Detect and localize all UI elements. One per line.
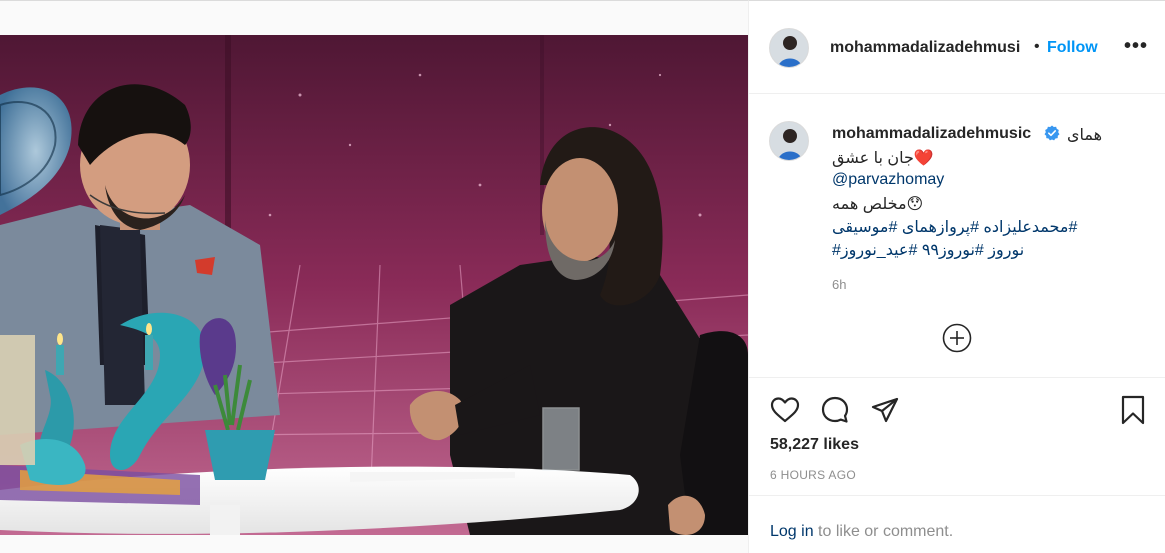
verified-badge-icon: [1044, 125, 1060, 141]
post-actions: 58,227 likes 6 HOURS AGO: [749, 377, 1165, 495]
comment-icon[interactable]: [819, 394, 851, 426]
post-photo[interactable]: [0, 35, 748, 535]
avatar[interactable]: [769, 28, 809, 68]
caption-line: جان با عشق❤️: [832, 150, 934, 167]
photo-illustration: [0, 35, 748, 535]
post-header: mohammadalizadehmusi • Follow •••: [749, 1, 1165, 94]
more-options-icon[interactable]: •••: [1124, 35, 1148, 58]
paper-plane-icon[interactable]: [869, 394, 901, 426]
avatar-image: [770, 122, 808, 160]
login-link[interactable]: Log in: [770, 523, 814, 540]
caption-line: مخلص همه😯: [832, 196, 924, 213]
login-prompt-text: to like or comment.: [813, 523, 954, 540]
separator-dot: •: [1034, 38, 1040, 55]
caption-area: mohammadalizadehmusic همای جان با عشق❤️ …: [749, 95, 1165, 377]
caption-time[interactable]: 6h: [832, 277, 846, 292]
login-prompt: Log in to like or comment.: [749, 495, 1165, 553]
login-line: Log in to like or comment.: [770, 523, 953, 541]
post-side-panel: mohammadalizadehmusi • Follow ••• mohamm…: [748, 0, 1165, 553]
hashtag-links[interactable]: محمدعلیزاده #پروازهمای #موسیقی#: [832, 217, 1077, 237]
heart-icon[interactable]: [769, 394, 801, 426]
follow-button[interactable]: Follow: [1047, 39, 1098, 57]
hashtag-links[interactable]: #نوروز #نوروز۹۹ #عید_نوروز: [832, 240, 1024, 260]
post-timestamp[interactable]: 6 HOURS AGO: [770, 468, 856, 482]
plus-circle-icon[interactable]: [942, 323, 972, 353]
bookmark-icon[interactable]: [1117, 394, 1149, 426]
post-media-area: [0, 0, 748, 553]
caption-text-first: همای: [1067, 127, 1103, 144]
mention-link[interactable]: @parvazhomay: [832, 171, 944, 189]
likes-count[interactable]: 58,227 likes: [770, 436, 859, 454]
avatar-image: [770, 29, 808, 67]
caption-avatar[interactable]: [769, 121, 809, 161]
header-username[interactable]: mohammadalizadehmusi: [830, 39, 1020, 57]
caption-username[interactable]: mohammadalizadehmusic: [832, 125, 1031, 143]
